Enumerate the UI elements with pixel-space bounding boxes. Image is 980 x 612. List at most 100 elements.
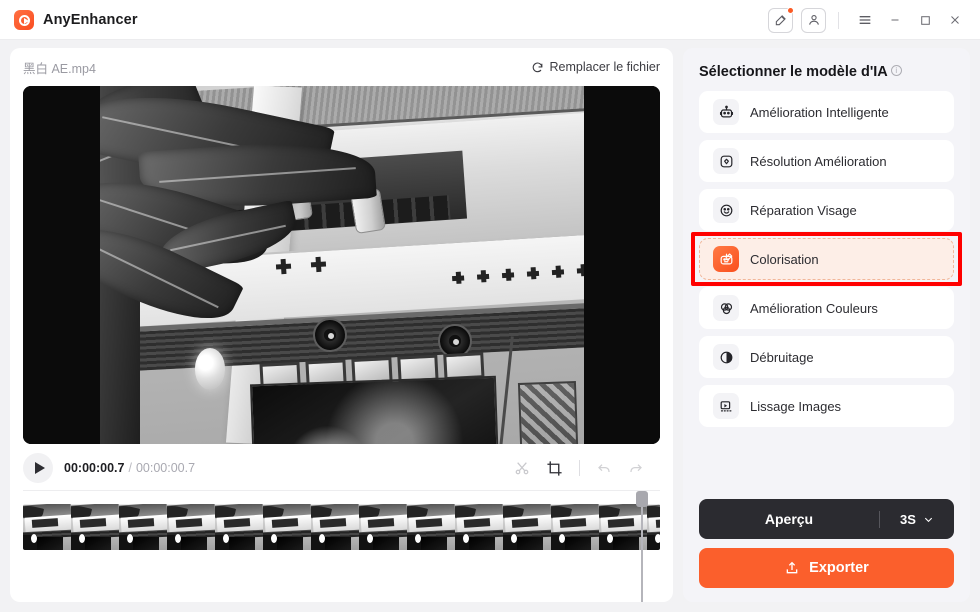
- scene-plus: [551, 265, 564, 279]
- editor-panel: 黑白 AE.mp4 Remplacer le fichier 00:00:00.…: [10, 48, 673, 602]
- ai-model-list: Amélioration Intelligente Résolution Amél…: [699, 91, 954, 427]
- play-button[interactable]: [23, 453, 53, 483]
- ai-panel-title: Sélectionner le modèle d'IA i: [699, 64, 954, 80]
- playback-bar: 00:00:00.7 / 00:00:00.7: [23, 444, 660, 490]
- maximize-icon: [920, 15, 930, 25]
- video-preview[interactable]: [23, 86, 660, 444]
- current-time: 00:00:00.7: [64, 461, 125, 475]
- smiley-face-icon: [720, 204, 732, 216]
- info-icon[interactable]: i: [890, 65, 902, 76]
- crop-tool-button[interactable]: [546, 460, 563, 477]
- ai-model-label: Réparation Visage: [750, 202, 857, 218]
- notification-dot: [787, 6, 794, 14]
- ai-model-panel: Sélectionner le modèle d'IA i Améliorati…: [683, 48, 970, 602]
- title-bar: AnyEnhancer: [0, 0, 980, 40]
- timeline-thumbnail[interactable]: [71, 504, 119, 550]
- timeline-strip[interactable]: [23, 504, 660, 550]
- resolution-icon-wrap: [713, 148, 739, 174]
- ai-model-item-r-solution-am-lioration[interactable]: Résolution Amélioration: [699, 140, 954, 182]
- app-brand: AnyEnhancer: [14, 10, 138, 30]
- scene-plus: [501, 268, 514, 282]
- colorize-robot-icon: [720, 252, 732, 264]
- scene-plus: [526, 266, 539, 280]
- preview-duration-value: 3S: [900, 511, 916, 527]
- video-canvas: [23, 86, 660, 444]
- color-circles-icon: [720, 302, 732, 314]
- timeline-thumbnail[interactable]: [551, 504, 599, 550]
- timeline-thumbnail[interactable]: [215, 504, 263, 550]
- minimize-button[interactable]: [880, 5, 910, 35]
- timeline-thumbnail[interactable]: [647, 504, 660, 550]
- color-circles-icon-wrap: [713, 295, 739, 321]
- contrast-half-circle-icon-wrap: [713, 344, 739, 370]
- scene-lantern: [194, 348, 225, 390]
- scene-plus: [310, 256, 326, 273]
- ai-model-label: Résolution Amélioration: [750, 153, 887, 169]
- ai-model-item-d-bruitage[interactable]: Débruitage: [699, 336, 954, 378]
- anyenhancer-logo-icon: [14, 10, 34, 30]
- undo-arrow-icon: [598, 464, 610, 472]
- time-separator: /: [128, 461, 132, 475]
- timeline[interactable]: [23, 490, 660, 602]
- robot-icon-wrap: [713, 99, 739, 125]
- export-button[interactable]: Exporter: [699, 548, 954, 588]
- ai-panel-title-text: Sélectionner le modèle d'IA: [699, 64, 888, 80]
- scene-plus: [275, 258, 291, 275]
- crop-icon: [547, 460, 562, 476]
- redo-button[interactable]: [628, 460, 644, 476]
- preview-button[interactable]: Aperçu 3S: [699, 499, 954, 539]
- scene-display-screen: [249, 375, 500, 444]
- timeline-thumbnail[interactable]: [407, 504, 455, 550]
- timeline-thumbnail[interactable]: [263, 504, 311, 550]
- scissors-icon: [515, 462, 529, 475]
- timeline-playhead[interactable]: [635, 491, 648, 602]
- undo-button[interactable]: [596, 460, 612, 476]
- timeline-thumbnail[interactable]: [455, 504, 503, 550]
- app-title: AnyEnhancer: [43, 12, 138, 28]
- timeline-thumbnail[interactable]: [359, 504, 407, 550]
- hamburger-menu-button[interactable]: [850, 5, 880, 35]
- titlebar-divider: [838, 11, 839, 29]
- ai-model-item-am-lioration-intelligente[interactable]: Amélioration Intelligente: [699, 91, 954, 133]
- timeline-thumbnail[interactable]: [167, 504, 215, 550]
- scene-plus: [576, 263, 584, 277]
- timeline-thumbnail[interactable]: [599, 504, 647, 550]
- replace-file-button[interactable]: Remplacer le fichier: [531, 60, 660, 74]
- refresh-icon: [532, 62, 542, 72]
- scene-rug: [517, 381, 580, 444]
- maximize-button[interactable]: [910, 5, 940, 35]
- anyenhancer-window: AnyEnhancer 黑白 AE.mp4 Remplacer le fichi…: [0, 0, 980, 612]
- edit-feedback-icon: [775, 15, 786, 26]
- timeline-thumbnail[interactable]: [23, 504, 71, 550]
- hamburger-menu-icon: [859, 16, 871, 24]
- user-account-button[interactable]: [801, 7, 826, 33]
- edit-feedback-button[interactable]: [768, 6, 794, 33]
- user-account-icon: [808, 15, 819, 25]
- panel-spacer: [699, 427, 954, 499]
- cut-tool-button[interactable]: [514, 460, 530, 476]
- time-display: 00:00:00.7 / 00:00:00.7: [64, 461, 195, 475]
- total-time: 00:00:00.7: [135, 461, 196, 475]
- export-label: Exporter: [809, 560, 869, 576]
- playhead-handle[interactable]: [635, 491, 648, 507]
- smiley-face-icon-wrap: [713, 197, 739, 223]
- resolution-icon: [720, 155, 732, 167]
- ai-model-item-am-lioration-couleurs[interactable]: Amélioration Couleurs: [699, 287, 954, 329]
- scene-plus: [451, 271, 464, 285]
- timeline-thumbnail[interactable]: [119, 504, 167, 550]
- window-controls: [768, 5, 970, 35]
- ai-model-item-colorisation[interactable]: Colorisation: [699, 238, 954, 280]
- timeline-thumbnail[interactable]: [503, 504, 551, 550]
- close-button[interactable]: [940, 5, 970, 35]
- video-frame: [99, 86, 584, 444]
- timeline-thumbnail[interactable]: [311, 504, 359, 550]
- ai-model-item-lissage-images[interactable]: Lissage Images: [699, 385, 954, 427]
- scene-plus-signs: [275, 256, 326, 275]
- frame-smooth-icon: [720, 400, 731, 411]
- play-icon: [34, 462, 45, 474]
- preview-duration-dropdown[interactable]: 3S: [880, 512, 954, 527]
- replace-file-label: Remplacer le fichier: [549, 60, 660, 74]
- ai-model-item-r-paration-visage[interactable]: Réparation Visage: [699, 189, 954, 231]
- ai-model-label: Amélioration Couleurs: [750, 300, 878, 316]
- minimize-icon: [891, 19, 899, 21]
